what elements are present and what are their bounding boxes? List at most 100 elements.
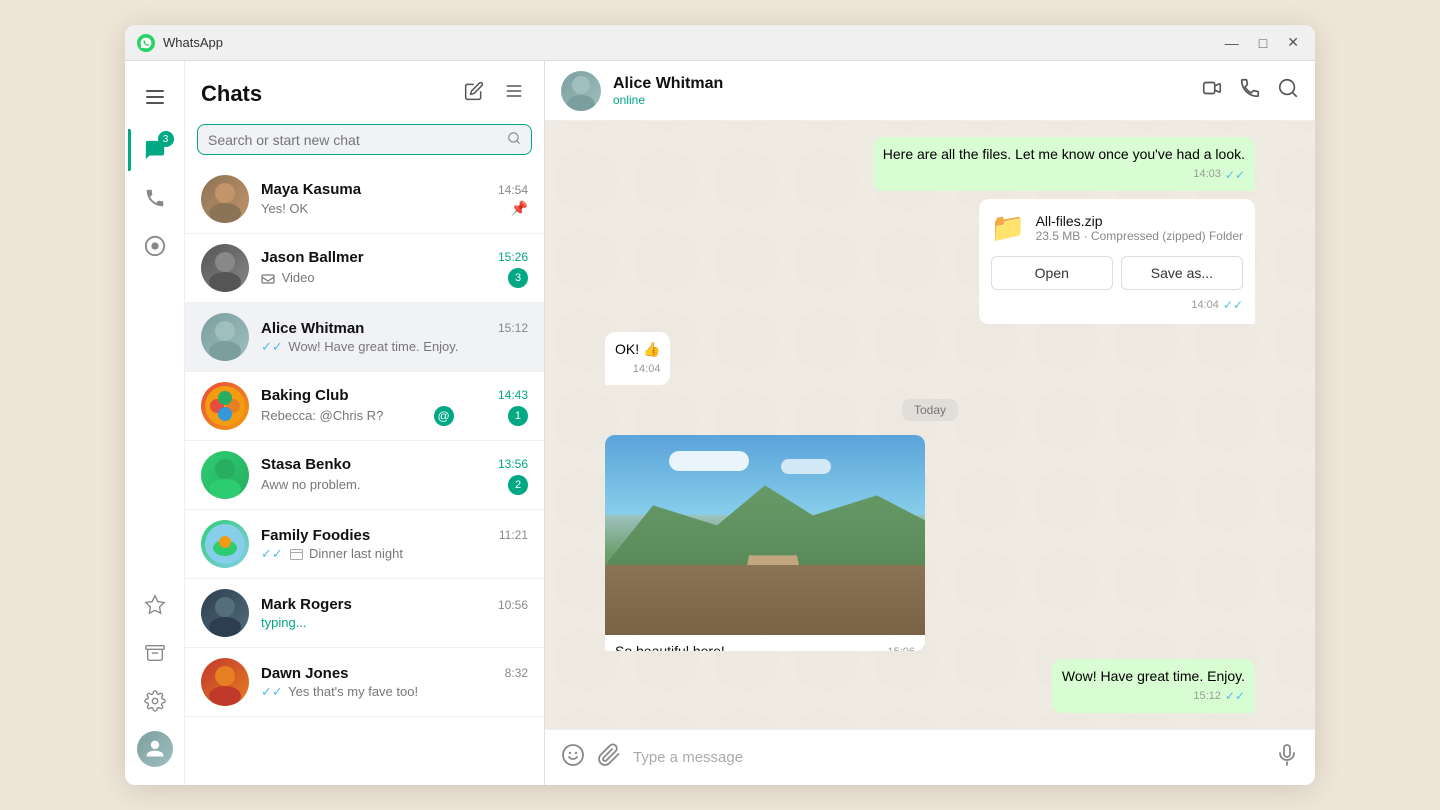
message-input[interactable] <box>633 749 1263 766</box>
list-item[interactable]: Family Foodies 11:21 ✓✓ Dinner last nigh… <box>185 510 544 579</box>
chat-header-icons <box>460 77 528 110</box>
unread-badge: 3 <box>508 268 528 288</box>
whatsapp-logo-icon <box>137 34 155 52</box>
profile-avatar[interactable] <box>134 728 176 770</box>
list-item[interactable]: Alice Whitman 15:12 ✓✓ Wow! Have great t… <box>185 303 544 372</box>
app-title: WhatsApp <box>163 35 1221 50</box>
main-content: 3 <box>125 61 1315 785</box>
file-header: 📁 All-files.zip 23.5 MB · Compressed (zi… <box>991 211 1243 244</box>
message-text: OK! 👍 <box>615 341 660 357</box>
emoji-button[interactable] <box>561 743 585 773</box>
close-button[interactable]: ✕ <box>1283 32 1303 53</box>
open-file-button[interactable]: Open <box>991 256 1113 290</box>
chat-contact-name: Alice Whitman <box>613 75 1201 93</box>
search-icon <box>507 131 521 148</box>
file-actions: Open Save as... <box>991 256 1243 290</box>
unread-badge: 2 <box>508 475 528 495</box>
search-input[interactable] <box>208 132 507 148</box>
chat-time: 15:26 <box>498 250 528 264</box>
message-text: Here are all the files. Let me know once… <box>883 146 1245 162</box>
pin-icon: 📌 <box>511 200 528 217</box>
message-time: 14:03 <box>1193 167 1221 182</box>
chat-header-info: Alice Whitman online <box>613 75 1201 107</box>
avatar <box>201 175 249 223</box>
contact-name: Dawn Jones <box>261 665 349 682</box>
contact-name: Baking Club <box>261 387 349 404</box>
last-message: ✓✓ Yes that's my fave too! <box>261 684 418 700</box>
last-message: Aww no problem. <box>261 477 360 492</box>
zip-file-icon: 📁 <box>991 211 1026 244</box>
unread-count: 1 <box>508 406 528 426</box>
contact-name: Maya Kasuma <box>261 181 361 198</box>
calls-nav-icon[interactable] <box>134 177 176 219</box>
list-item[interactable]: Baking Club 14:43 Rebecca: @Chris R? @ 1 <box>185 372 544 441</box>
voice-message-button[interactable] <box>1275 743 1299 773</box>
avatar <box>201 244 249 292</box>
message-image <box>605 435 925 635</box>
unread-badge: @ <box>434 406 454 426</box>
contact-name: Mark Rogers <box>261 596 352 613</box>
date-label: Today <box>902 399 958 421</box>
message-ticks: ✓✓ <box>1223 298 1243 312</box>
message-text: Wow! Have great time. Enjoy. <box>1062 668 1245 684</box>
chat-list-header: Chats <box>185 61 544 120</box>
list-item[interactable]: Jason Ballmer 15:26 Video 3 <box>185 234 544 303</box>
message-time: 14:04 <box>1191 299 1219 311</box>
contact-name: Alice Whitman <box>261 320 364 337</box>
chat-time: 11:21 <box>499 528 528 542</box>
new-chat-button[interactable] <box>460 77 488 110</box>
starred-nav-icon[interactable] <box>134 584 176 626</box>
message-ticks: ✓✓ <box>1225 167 1245 184</box>
chat-time: 13:56 <box>498 457 528 471</box>
search-chat-button[interactable] <box>1277 77 1299 104</box>
window-controls: — □ ✕ <box>1221 32 1303 53</box>
chat-header: Alice Whitman online <box>545 61 1315 121</box>
chat-time: 8:32 <box>505 666 528 680</box>
title-bar: WhatsApp — □ ✕ <box>125 25 1315 61</box>
chat-list: Maya Kasuma 14:54 Yes! OK 📌 <box>185 165 544 785</box>
message-ticks: ✓✓ <box>1225 688 1245 705</box>
archive-nav-icon[interactable] <box>134 632 176 674</box>
settings-nav-icon[interactable] <box>134 680 176 722</box>
list-item[interactable]: Mark Rogers 10:56 typing... <box>185 579 544 648</box>
save-file-button[interactable]: Save as... <box>1121 256 1243 290</box>
attach-button[interactable] <box>597 743 621 773</box>
voice-call-button[interactable] <box>1239 77 1261 104</box>
search-input-wrap <box>197 124 532 155</box>
list-item[interactable]: Dawn Jones 8:32 ✓✓ Yes that's my fave to… <box>185 648 544 717</box>
contact-name: Stasa Benko <box>261 456 351 473</box>
messages-area: Here are all the files. Let me know once… <box>545 121 1315 729</box>
file-message-bubble: 📁 All-files.zip 23.5 MB · Compressed (zi… <box>979 199 1255 324</box>
search-bar <box>185 120 544 165</box>
chat-time: 14:43 <box>498 388 528 402</box>
message-bubble: Wow! Have great time. Enjoy. 15:12 ✓✓ <box>1052 659 1255 713</box>
chat-time: 14:54 <box>498 183 528 197</box>
contact-name: Family Foodies <box>261 527 370 544</box>
chat-time: 10:56 <box>498 598 528 612</box>
video-call-button[interactable] <box>1201 77 1223 104</box>
status-nav-icon[interactable] <box>134 225 176 267</box>
app-window: WhatsApp — □ ✕ 3 <box>125 25 1315 785</box>
contact-name: Jason Ballmer <box>261 249 364 266</box>
message-bubble: OK! 👍 14:04 <box>605 332 670 385</box>
message-time: 14:04 <box>633 362 661 377</box>
last-message: ✓✓ Wow! Have great time. Enjoy. <box>261 339 458 355</box>
avatar <box>201 658 249 706</box>
list-item[interactable]: Stasa Benko 13:56 Aww no problem. 2 <box>185 441 544 510</box>
menu-icon[interactable] <box>134 76 176 118</box>
chats-title: Chats <box>201 81 262 107</box>
bottom-nav-icons <box>134 581 176 773</box>
minimize-button[interactable]: — <box>1221 32 1243 53</box>
chats-nav-icon[interactable]: 3 <box>134 129 176 171</box>
maximize-button[interactable]: □ <box>1255 32 1271 53</box>
message-time: 15:12 <box>1193 689 1221 704</box>
chat-status: online <box>613 93 1201 107</box>
image-caption: So beautiful here! <box>615 643 725 650</box>
chat-panel: Alice Whitman online <box>545 61 1315 785</box>
list-item[interactable]: Maya Kasuma 14:54 Yes! OK 📌 <box>185 165 544 234</box>
message-bubble: Here are all the files. Let me know once… <box>873 137 1255 191</box>
avatar <box>201 382 249 430</box>
chat-header-avatar[interactable] <box>561 71 601 111</box>
message-input-area <box>545 729 1315 785</box>
filter-button[interactable] <box>500 77 528 110</box>
